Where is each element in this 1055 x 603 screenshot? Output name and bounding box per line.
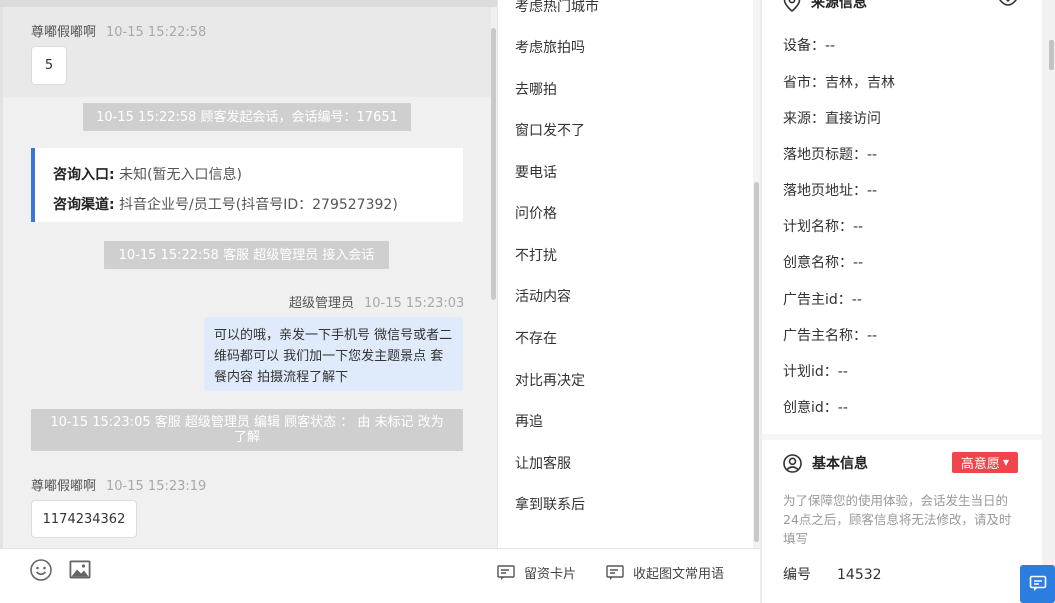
source-field-region: 省市：吉林，吉林: [783, 75, 895, 91]
phrases-icon: [606, 564, 624, 580]
basic-info-title: 基本信息: [783, 453, 868, 473]
quick-reply-item[interactable]: 不存在: [515, 328, 557, 348]
location-icon: [783, 0, 801, 12]
lead-card-label: 留资卡片: [524, 567, 577, 582]
consult-entry-row: 咨询入口: 未知(暂无入口信息): [53, 160, 463, 190]
quick-reply-item[interactable]: 问价格: [515, 203, 557, 223]
quick-reply-item[interactable]: 考虑热门城市: [515, 0, 599, 16]
quick-reply-item[interactable]: 对比再决定: [515, 370, 585, 390]
sender-name: 超级管理员: [289, 296, 355, 311]
intent-tag-label: 高意愿: [960, 457, 1000, 472]
chat-scrollbar[interactable]: [491, 28, 496, 300]
consult-channel-value: 抖音企业号/员工号(抖音号ID：279527392): [119, 197, 398, 213]
quick-reply-scrollbar[interactable]: [754, 182, 759, 542]
source-info-title: 来源信息: [783, 0, 867, 12]
message-sender: 尊嘟假嘟啊 10-15 15:23:19: [31, 475, 206, 494]
smile-icon[interactable]: [29, 558, 53, 582]
quick-reply-item[interactable]: 去哪拍: [515, 79, 557, 99]
chat-top-border: [0, 0, 497, 7]
source-field-advertiser-id: 广告主id：--: [783, 292, 862, 308]
system-notice: 10-15 15:22:58 顾客发起会话，会话编号：17651: [83, 103, 411, 131]
right-scrollbar[interactable]: [1049, 40, 1054, 70]
message-sender: 尊嘟假嘟啊 10-15 15:22:58: [31, 21, 206, 40]
quick-reply-item[interactable]: 活动内容: [515, 286, 571, 306]
user-circle-icon: [783, 453, 802, 473]
collapse-phrases-button[interactable]: 收起图文常用语: [606, 563, 724, 582]
consult-entry-value: 未知(暂无入口信息): [119, 167, 242, 183]
collapse-phrases-label: 收起图文常用语: [633, 567, 725, 582]
incoming-message-bubble[interactable]: 5: [31, 46, 67, 85]
quick-reply-item[interactable]: 考虑旅拍吗: [515, 37, 585, 57]
shield-icon[interactable]: [998, 0, 1018, 14]
message-text: 1174234362: [42, 511, 126, 527]
customer-number-value: 14532: [837, 567, 882, 583]
source-field-device: 设备：--: [783, 38, 836, 54]
consult-info-card: 咨询入口: 未知(暂无入口信息) 咨询渠道: 抖音企业号/员工号(抖音号ID：2…: [31, 148, 463, 222]
source-field-landing-title: 落地页标题：--: [783, 147, 878, 163]
source-field-plan-id: 计划id：--: [783, 364, 848, 380]
customer-number-label: 编号: [783, 567, 811, 583]
lead-card-button[interactable]: 留资卡片: [497, 563, 576, 582]
source-field-advertiser-name: 广告主名称：--: [783, 328, 878, 344]
message-time: 10-15 15:23:03: [364, 296, 465, 311]
quick-reply-item[interactable]: 拿到联系后: [515, 494, 585, 514]
chat-fab-button[interactable]: [1020, 565, 1055, 603]
section-separator: [762, 434, 1042, 440]
source-info-title-text: 来源信息: [811, 0, 867, 11]
consult-channel-row: 咨询渠道: 抖音企业号/员工号(抖音号ID：279527392): [53, 190, 463, 220]
intent-tag-dropdown[interactable]: 高意愿 ▼: [952, 452, 1018, 473]
quick-reply-item[interactable]: 让加客服: [515, 453, 571, 473]
image-icon[interactable]: [68, 558, 92, 582]
system-notice: 10-15 15:23:05 客服 超级管理员 编辑 顾客状态 ： 由 未标记 …: [31, 409, 463, 451]
outgoing-message-bubble[interactable]: 可以的哦，亲发一下手机号 微信号或者二维码都可以 我们加一下您发主题景点 套餐内…: [204, 317, 463, 391]
edit-notice: 为了保障您的使用体验，会话发生当日的24点之后，顾客信息将无法修改，请及时填写: [783, 493, 1012, 546]
message-time: 10-15 15:23:19: [106, 479, 207, 494]
message-icon: [1029, 575, 1046, 591]
quick-reply-item[interactable]: 再追: [515, 411, 543, 431]
source-field-creative-name: 创意名称：--: [783, 255, 864, 271]
system-notice-text: 10-15 15:22:58 客服 超级管理员 接入会话: [118, 247, 375, 263]
card-icon: [497, 564, 515, 580]
source-field-creative-id: 创意id：--: [783, 400, 848, 416]
customer-number-row: 编号 14532: [783, 564, 882, 584]
sender-name: 尊嘟假嘟啊: [31, 25, 97, 40]
system-notice: 10-15 15:22:58 客服 超级管理员 接入会话: [104, 241, 389, 269]
consult-channel-label: 咨询渠道:: [53, 197, 115, 213]
message-text: 可以的哦，亲发一下手机号 微信号或者二维码都可以 我们加一下您发主题景点 套餐内…: [214, 328, 453, 385]
source-field-source: 来源：直接访问: [783, 111, 881, 127]
sender-name: 尊嘟假嘟啊: [31, 479, 97, 494]
right-scrollbar-track: [1042, 0, 1055, 603]
incoming-message-bubble[interactable]: 1174234362: [31, 500, 137, 538]
chat-panel: [0, 0, 497, 548]
source-field-plan-name: 计划名称：--: [783, 219, 864, 235]
system-notice-text: 10-15 15:22:58 顾客发起会话，会话编号：17651: [96, 109, 398, 125]
caret-down-icon: ▼: [1002, 458, 1010, 467]
consult-entry-label: 咨询入口:: [53, 167, 115, 183]
quick-reply-item[interactable]: 不打扰: [515, 245, 557, 265]
quick-reply-item[interactable]: 要电话: [515, 162, 557, 182]
message-sender: 超级管理员 10-15 15:23:03: [289, 292, 464, 311]
message-time: 10-15 15:22:58: [106, 25, 207, 40]
source-field-landing-url: 落地页地址：--: [783, 183, 878, 199]
basic-info-title-text: 基本信息: [812, 456, 868, 472]
message-text: 5: [44, 58, 54, 73]
quick-reply-item[interactable]: 窗口发不了: [515, 120, 585, 140]
system-notice-text: 10-15 15:23:05 客服 超级管理员 编辑 顾客状态 ： 由 未标记 …: [50, 415, 444, 445]
